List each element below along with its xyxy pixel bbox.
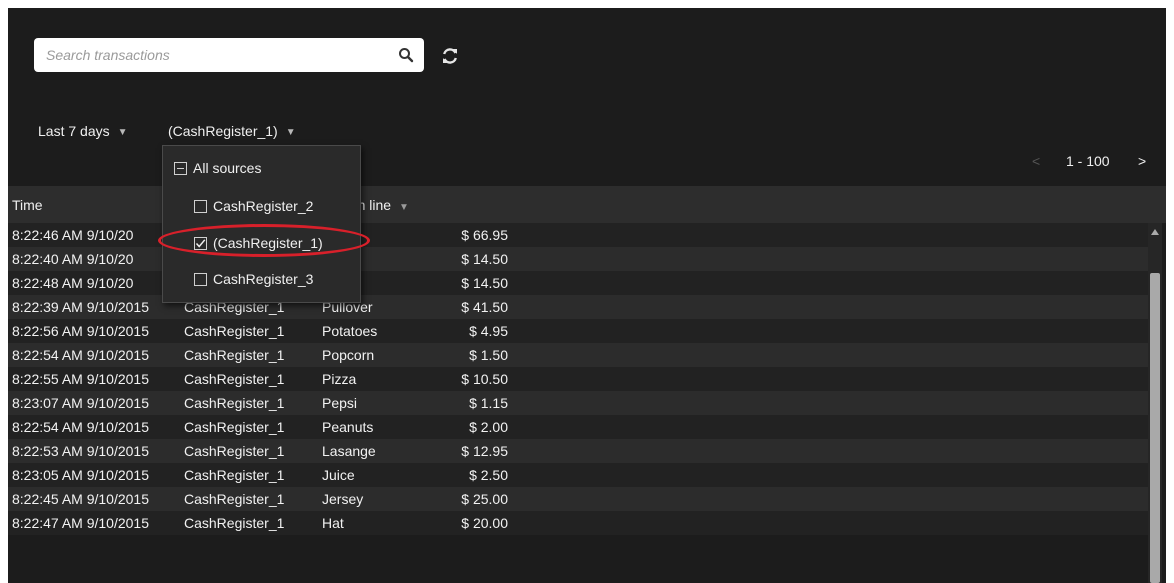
chevron-down-icon: ▼ — [117, 127, 128, 138]
chevron-down-icon: ▼ — [399, 202, 409, 213]
table-row[interactable]: 8:22:53 AM 9/10/2015 CashRegister_1 Lasang… — [8, 439, 1148, 463]
row-time: 8:22:54 AM 9/10/2015 — [12, 347, 149, 363]
table-row[interactable]: 8:22:54 AM 9/10/2015 CashRegister_1 Peanut… — [8, 415, 1148, 439]
checkbox-icon[interactable] — [194, 200, 207, 213]
row-price: $ 14.50 — [461, 251, 508, 267]
checkbox-icon[interactable] — [194, 273, 207, 286]
source-option-label: CashRegister_2 — [213, 198, 314, 214]
row-item: Jersey — [322, 491, 364, 507]
row-time: 8:23:07 AM 9/10/2015 — [12, 395, 149, 411]
refresh-icon[interactable] — [440, 46, 460, 71]
row-source: CashRegister_1 — [184, 443, 285, 459]
row-source: CashRegister_1 — [184, 419, 285, 435]
row-source: CashRegister_1 — [184, 491, 285, 507]
row-time: 8:22:53 AM 9/10/2015 — [12, 443, 149, 459]
table-row[interactable]: 8:23:07 AM 9/10/2015 CashRegister_1 Pepsi $… — [8, 391, 1148, 415]
row-price: $ 14.50 — [461, 275, 508, 291]
scroll-up-icon[interactable] — [1151, 229, 1159, 235]
row-price: $ 12.95 — [461, 443, 508, 459]
row-item: Potatoes — [322, 323, 378, 339]
row-price: $ 10.50 — [461, 371, 508, 387]
transactions-panel: Search transactions Last 7 days ▼ (CashRe… — [8, 8, 1166, 583]
row-time: 8:22:55 AM 9/10/2015 — [12, 371, 149, 387]
vertical-scrollbar[interactable] — [1148, 223, 1162, 583]
table-row[interactable]: 8:22:55 AM 9/10/2015 CashRegister_1 Pizza $… — [8, 367, 1148, 391]
page-range: 1 - 100 — [1066, 153, 1110, 169]
row-time: 8:22:48 AM 9/10/20 — [12, 275, 134, 291]
row-time: 8:22:56 AM 9/10/2015 — [12, 323, 149, 339]
row-price: $ 41.50 — [461, 299, 508, 315]
row-source: CashRegister_1 — [184, 371, 285, 387]
row-time: 8:22:46 AM 9/10/20 — [12, 227, 134, 243]
all-sources-option[interactable]: All sources — [174, 160, 261, 176]
all-sources-label: All sources — [193, 160, 262, 176]
search-icon[interactable] — [398, 47, 414, 68]
highlight-circle — [158, 224, 370, 257]
source-option-cashregister-2[interactable]: CashRegister_2 — [194, 198, 313, 214]
row-source: CashRegister_1 — [184, 467, 285, 483]
chevron-down-icon: ▼ — [285, 127, 296, 138]
row-item: Pepsi — [322, 395, 358, 411]
row-time: 8:22:45 AM 9/10/2015 — [12, 491, 149, 507]
row-source: CashRegister_1 — [184, 347, 285, 363]
row-item: Popcorn — [322, 347, 375, 363]
row-source: CashRegister_1 — [184, 395, 285, 411]
row-time: 8:22:39 AM 9/10/2015 — [12, 299, 149, 315]
pagination: < 1 - 100 > — [1026, 153, 1156, 173]
row-source: CashRegister_1 — [184, 323, 285, 339]
previous-page-button[interactable]: < — [1032, 153, 1040, 169]
row-price: $ 4.95 — [469, 323, 508, 339]
row-source: CashRegister_1 — [184, 515, 285, 531]
source-option-cashregister-3[interactable]: CashRegister_3 — [194, 271, 313, 287]
row-price: $ 2.00 — [469, 419, 508, 435]
row-item: Lasange — [322, 443, 376, 459]
row-item: Hat — [322, 515, 344, 531]
row-price: $ 25.00 — [461, 491, 508, 507]
row-time: 8:22:54 AM 9/10/2015 — [12, 419, 149, 435]
row-item: Pizza — [322, 371, 357, 387]
row-time: 8:22:40 AM 9/10/20 — [12, 251, 134, 267]
column-header-time[interactable]: Time — [12, 197, 43, 213]
search-placeholder: Search transactions — [46, 47, 170, 63]
next-page-button[interactable]: > — [1138, 153, 1146, 169]
row-price: $ 2.50 — [469, 467, 508, 483]
source-option-label: CashRegister_3 — [213, 271, 314, 287]
row-price: $ 1.15 — [469, 395, 508, 411]
row-time: 8:23:05 AM 9/10/2015 — [12, 467, 149, 483]
search-input[interactable]: Search transactions — [34, 38, 424, 72]
table-row[interactable]: 8:22:54 AM 9/10/2015 CashRegister_1 Popcor… — [8, 343, 1148, 367]
table-row[interactable]: 8:22:45 AM 9/10/2015 CashRegister_1 Jersey… — [8, 487, 1148, 511]
row-price: $ 66.95 — [461, 227, 508, 243]
source-filter-label: (CashRegister_1) — [168, 123, 278, 139]
time-range-filter[interactable]: Last 7 days ▼ — [38, 123, 128, 139]
table-row[interactable]: 8:23:05 AM 9/10/2015 CashRegister_1 Juice $… — [8, 463, 1148, 487]
row-item: Peanuts — [322, 419, 374, 435]
scrollbar-thumb[interactable] — [1150, 273, 1160, 583]
partial-checkbox-icon[interactable] — [174, 162, 187, 175]
row-item: Juice — [322, 467, 355, 483]
row-price: $ 1.50 — [469, 347, 508, 363]
table-row[interactable]: 8:22:56 AM 9/10/2015 CashRegister_1 Potato… — [8, 319, 1148, 343]
row-price: $ 20.00 — [461, 515, 508, 531]
source-filter[interactable]: (CashRegister_1) ▼ — [168, 123, 296, 139]
time-range-label: Last 7 days — [38, 123, 110, 139]
row-time: 8:22:47 AM 9/10/2015 — [12, 515, 149, 531]
table-row[interactable]: 8:22:47 AM 9/10/2015 CashRegister_1 Hat $ 2… — [8, 511, 1148, 535]
